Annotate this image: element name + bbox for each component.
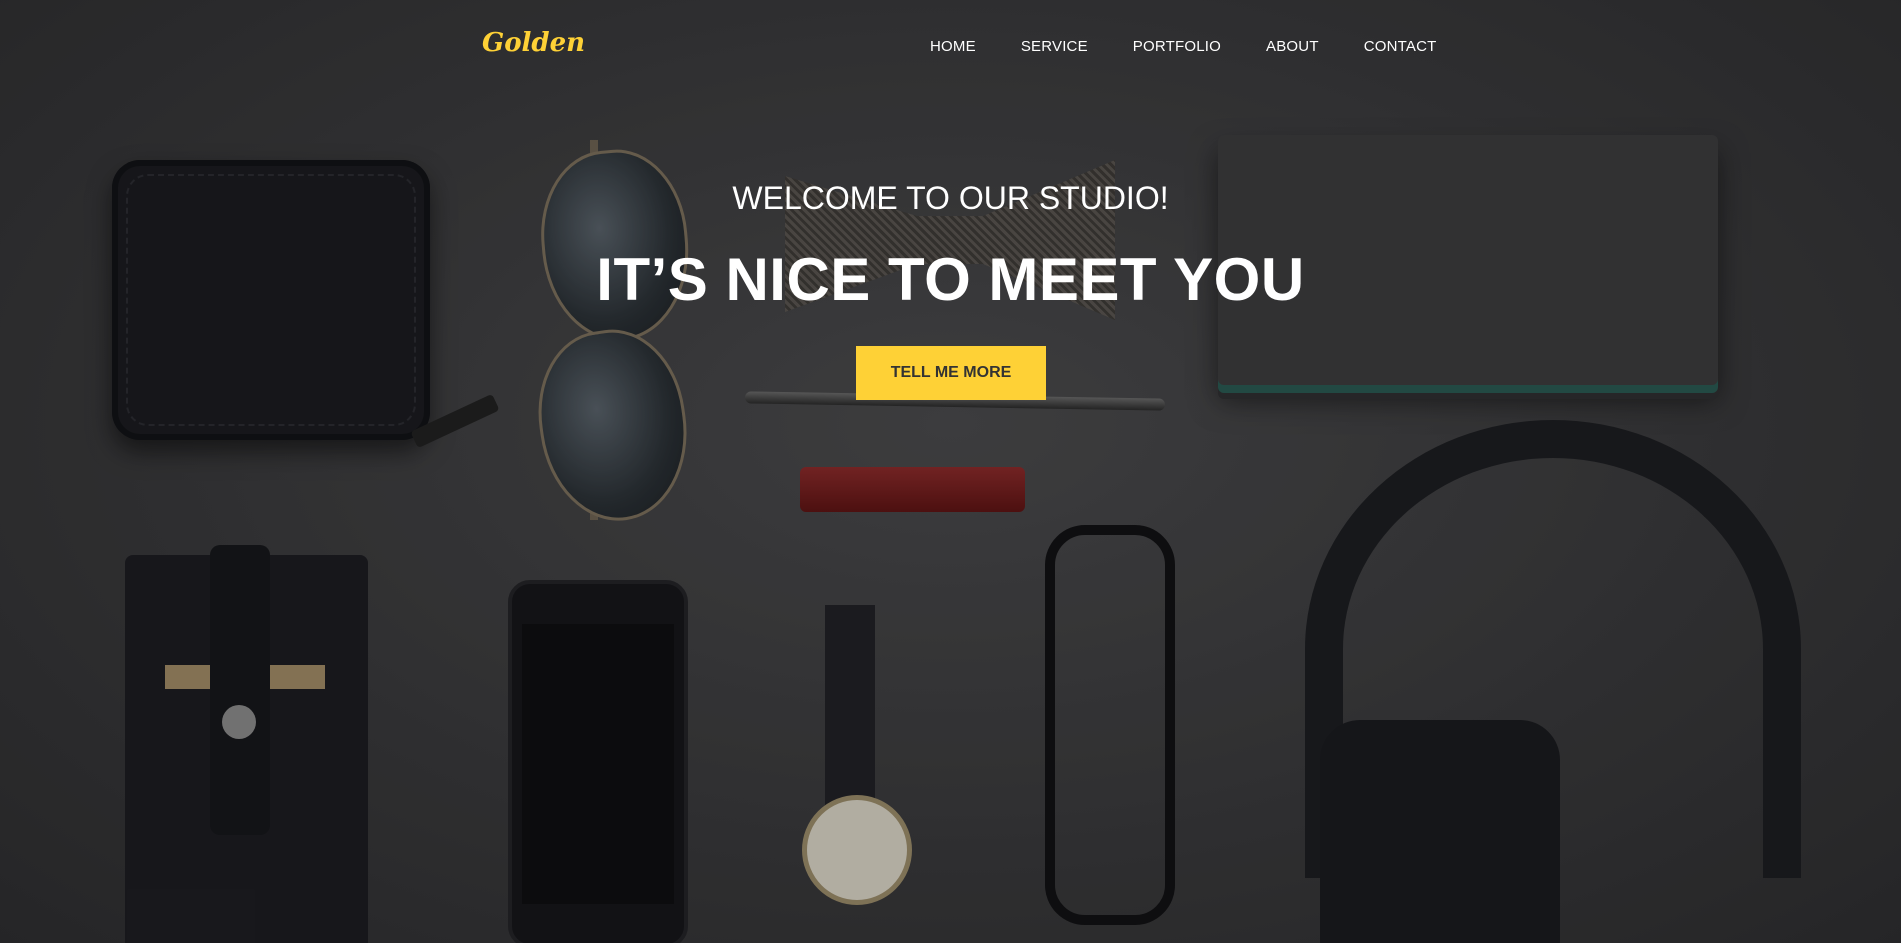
intro-heading: IT’S NICE TO MEET YOU	[596, 246, 1305, 313]
sunglasses-lens-bottom	[527, 320, 699, 531]
nav-menu: HOME SERVICE PORTFOLIO ABOUT CONTACT	[930, 38, 1437, 55]
nav-item-about[interactable]: ABOUT	[1266, 38, 1319, 55]
nav-item-home[interactable]: HOME	[930, 38, 976, 55]
nav-item-service[interactable]: SERVICE	[1021, 38, 1088, 55]
hero-background-image	[0, 0, 1901, 943]
phone-image	[508, 580, 688, 943]
nav-item-contact[interactable]: CONTACT	[1364, 38, 1437, 55]
headphones-cup-image	[1320, 720, 1560, 943]
eyeglasses-image	[1045, 525, 1175, 925]
watch-strap-image	[825, 605, 875, 820]
watch-face-image	[802, 795, 912, 905]
top-navbar: Golden HOME SERVICE PORTFOLIO ABOUT CONT…	[0, 0, 1901, 94]
brand-logo[interactable]: Golden	[482, 28, 585, 58]
nav-item-portfolio[interactable]: PORTFOLIO	[1133, 38, 1221, 55]
tell-me-more-button[interactable]: TELL ME MORE	[856, 346, 1046, 400]
card-holder-image	[125, 545, 368, 943]
intro-lead: WELCOME TO OUR STUDIO!	[732, 180, 1169, 216]
usb-stick-image	[800, 467, 1025, 512]
